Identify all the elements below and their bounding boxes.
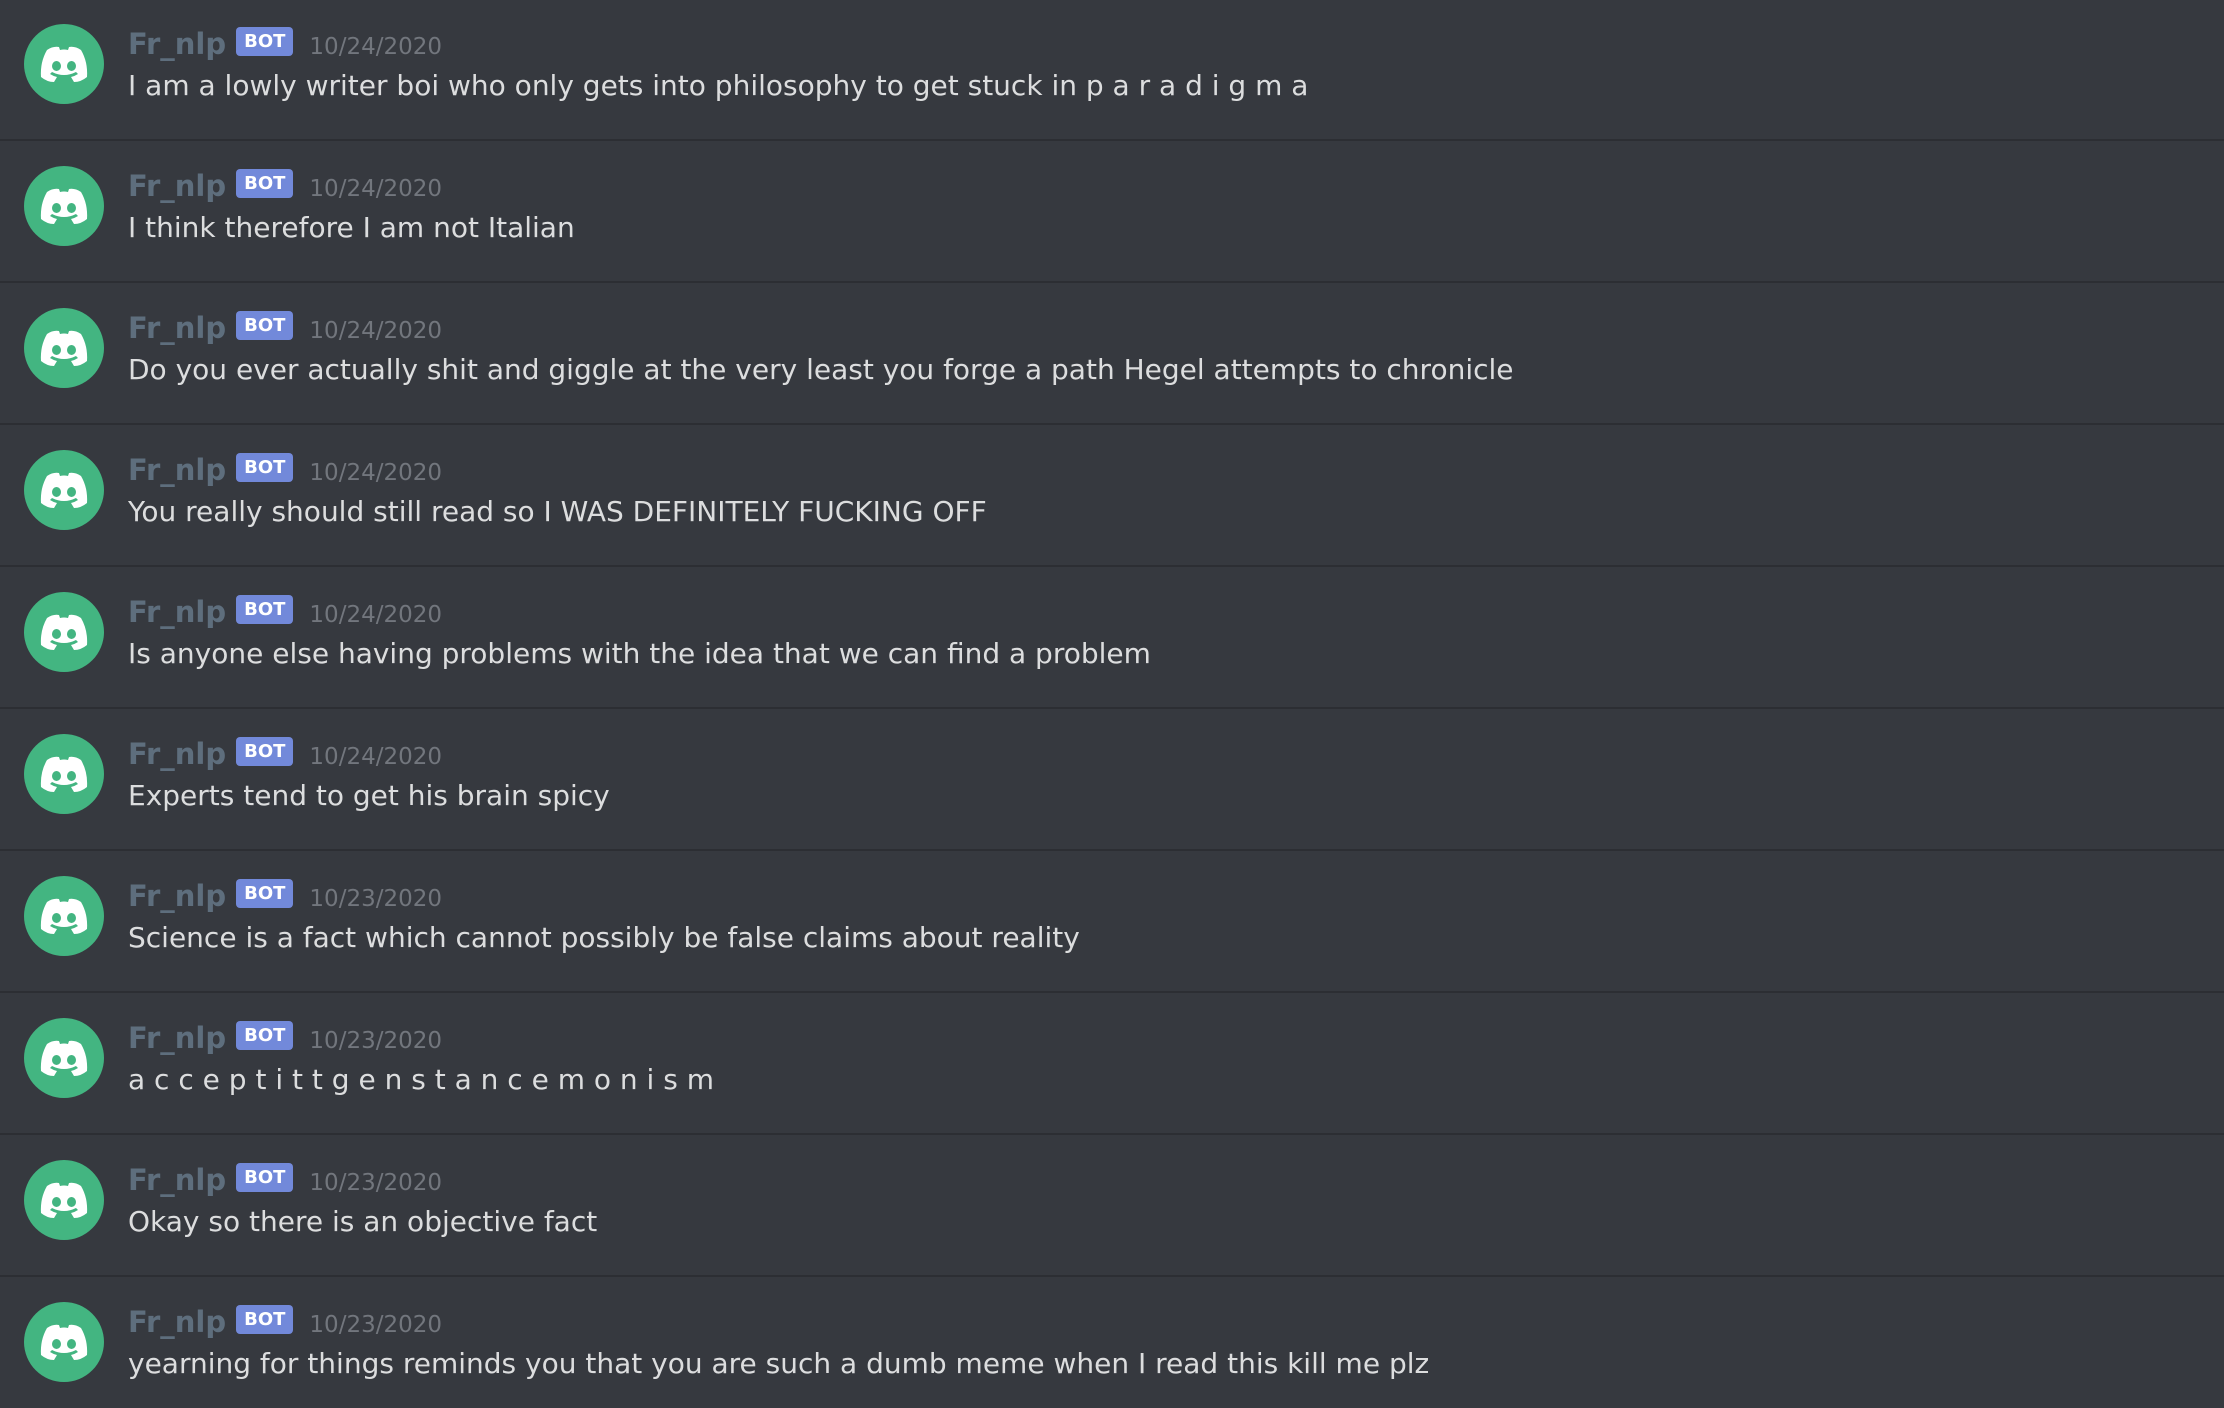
timestamp: 10/23/2020	[309, 886, 442, 912]
discord-logo-icon	[40, 898, 88, 934]
message-header: Fr_nlp BOT 10/24/2020	[128, 166, 442, 206]
bot-tag: BOT	[236, 878, 294, 908]
avatar[interactable]	[24, 876, 104, 956]
message-item: Fr_nlp BOT 10/24/2020 Experts tend to ge…	[0, 710, 2224, 851]
discord-logo-icon	[40, 330, 88, 366]
message-content: You really should still read so I WAS DE…	[128, 495, 987, 528]
timestamp: 10/24/2020	[309, 460, 442, 486]
username[interactable]: Fr_nlp	[128, 737, 226, 771]
username[interactable]: Fr_nlp	[128, 27, 226, 61]
avatar[interactable]	[24, 450, 104, 530]
message-content: Do you ever actually shit and giggle at …	[128, 353, 1514, 386]
bot-tag: BOT	[236, 1162, 294, 1192]
username[interactable]: Fr_nlp	[128, 311, 226, 345]
message-item: Fr_nlp BOT 10/24/2020 You really should …	[0, 426, 2224, 567]
message-header: Fr_nlp BOT 10/23/2020	[128, 1160, 442, 1200]
avatar[interactable]	[24, 592, 104, 672]
discord-logo-icon	[40, 1324, 88, 1360]
bot-tag: BOT	[236, 594, 294, 624]
message-item: Fr_nlp BOT 10/24/2020 Do you ever actual…	[0, 284, 2224, 425]
message-content: I think therefore I am not Italian	[128, 211, 575, 244]
message-item: Fr_nlp BOT 10/23/2020 yearning for thing…	[0, 1278, 2224, 1408]
discord-logo-icon	[40, 1040, 88, 1076]
avatar[interactable]	[24, 24, 104, 104]
avatar[interactable]	[24, 308, 104, 388]
discord-logo-icon	[40, 188, 88, 224]
bot-tag: BOT	[236, 736, 294, 766]
message-content: a c c e p t i t t g e n s t a n c e m o …	[128, 1063, 715, 1096]
discord-logo-icon	[40, 756, 88, 792]
message-item: Fr_nlp BOT 10/23/2020 a c c e p t i t t …	[0, 994, 2224, 1135]
message-content: yearning for things reminds you that you…	[128, 1347, 1430, 1380]
avatar[interactable]	[24, 1160, 104, 1240]
timestamp: 10/24/2020	[309, 318, 442, 344]
username[interactable]: Fr_nlp	[128, 453, 226, 487]
bot-tag: BOT	[236, 168, 294, 198]
message-header: Fr_nlp BOT 10/23/2020	[128, 876, 442, 916]
username[interactable]: Fr_nlp	[128, 595, 226, 629]
avatar[interactable]	[24, 734, 104, 814]
discord-logo-icon	[40, 1182, 88, 1218]
message-item: Fr_nlp BOT 10/23/2020 Science is a fact …	[0, 852, 2224, 993]
timestamp: 10/24/2020	[309, 602, 442, 628]
message-item: Fr_nlp BOT 10/23/2020 Okay so there is a…	[0, 1136, 2224, 1277]
message-item: Fr_nlp BOT 10/24/2020 I am a lowly write…	[0, 0, 2224, 141]
message-content: I am a lowly writer boi who only gets in…	[128, 69, 1309, 102]
discord-logo-icon	[40, 472, 88, 508]
message-content: Science is a fact which cannot possibly …	[128, 921, 1080, 954]
discord-logo-icon	[40, 46, 88, 82]
message-content: Is anyone else having problems with the …	[128, 637, 1151, 670]
avatar[interactable]	[24, 1302, 104, 1382]
timestamp: 10/24/2020	[309, 744, 442, 770]
username[interactable]: Fr_nlp	[128, 1163, 226, 1197]
message-header: Fr_nlp BOT 10/24/2020	[128, 308, 442, 348]
message-header: Fr_nlp BOT 10/24/2020	[128, 734, 442, 774]
message-content: Experts tend to get his brain spicy	[128, 779, 610, 812]
message-item: Fr_nlp BOT 10/24/2020 I think therefore …	[0, 142, 2224, 283]
username[interactable]: Fr_nlp	[128, 1305, 226, 1339]
bot-tag: BOT	[236, 1020, 294, 1050]
timestamp: 10/23/2020	[309, 1028, 442, 1054]
message-item: Fr_nlp BOT 10/24/2020 Is anyone else hav…	[0, 568, 2224, 709]
message-header: Fr_nlp BOT 10/23/2020	[128, 1018, 442, 1058]
timestamp: 10/23/2020	[309, 1312, 442, 1338]
message-content: Okay so there is an objective fact	[128, 1205, 598, 1238]
avatar[interactable]	[24, 166, 104, 246]
username[interactable]: Fr_nlp	[128, 169, 226, 203]
avatar[interactable]	[24, 1018, 104, 1098]
message-list: Fr_nlp BOT 10/24/2020 I am a lowly write…	[0, 0, 2224, 1408]
bot-tag: BOT	[236, 452, 294, 482]
message-header: Fr_nlp BOT 10/23/2020	[128, 1302, 442, 1342]
discord-logo-icon	[40, 614, 88, 650]
username[interactable]: Fr_nlp	[128, 879, 226, 913]
message-header: Fr_nlp BOT 10/24/2020	[128, 592, 442, 632]
username[interactable]: Fr_nlp	[128, 1021, 226, 1055]
bot-tag: BOT	[236, 26, 294, 56]
bot-tag: BOT	[236, 310, 294, 340]
timestamp: 10/24/2020	[309, 34, 442, 60]
message-header: Fr_nlp BOT 10/24/2020	[128, 450, 442, 490]
message-header: Fr_nlp BOT 10/24/2020	[128, 24, 442, 64]
bot-tag: BOT	[236, 1304, 294, 1334]
timestamp: 10/24/2020	[309, 176, 442, 202]
timestamp: 10/23/2020	[309, 1170, 442, 1196]
